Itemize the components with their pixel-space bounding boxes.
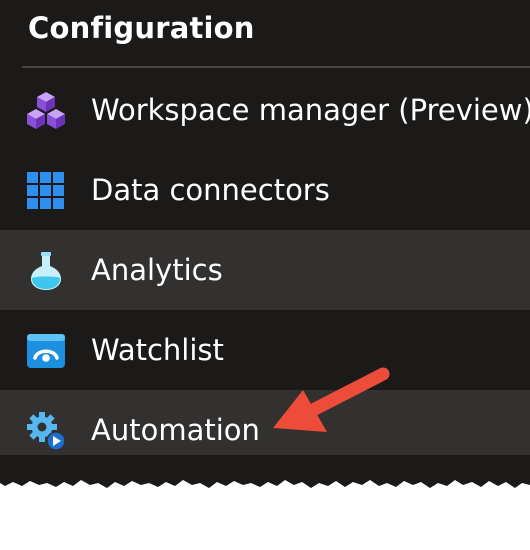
menu-item-label: Workspace manager (Preview) bbox=[91, 93, 530, 127]
menu-item-workspace-manager[interactable]: Workspace manager (Preview) bbox=[0, 70, 530, 150]
configuration-menu: Workspace manager (Preview) Data connect… bbox=[0, 70, 530, 470]
gear-play-icon bbox=[25, 410, 67, 452]
menu-item-label: Analytics bbox=[91, 253, 223, 287]
screenshot-stage: Configuration Workspace manager (Preview… bbox=[0, 0, 530, 550]
menu-item-watchlist[interactable]: Watchlist bbox=[0, 310, 530, 390]
menu-item-data-connectors[interactable]: Data connectors bbox=[0, 150, 530, 230]
section-title: Configuration bbox=[28, 11, 255, 45]
eye-gauge-icon bbox=[25, 330, 67, 372]
cubes-icon bbox=[25, 90, 67, 132]
section-divider bbox=[22, 66, 530, 68]
menu-item-analytics[interactable]: Analytics bbox=[0, 230, 530, 310]
flask-icon bbox=[25, 250, 67, 292]
menu-item-label: Data connectors bbox=[91, 173, 330, 207]
menu-item-label: Watchlist bbox=[91, 333, 224, 367]
grid-icon bbox=[25, 170, 67, 212]
torn-edge bbox=[0, 455, 530, 488]
configuration-panel: Configuration Workspace manager (Preview… bbox=[0, 0, 530, 475]
